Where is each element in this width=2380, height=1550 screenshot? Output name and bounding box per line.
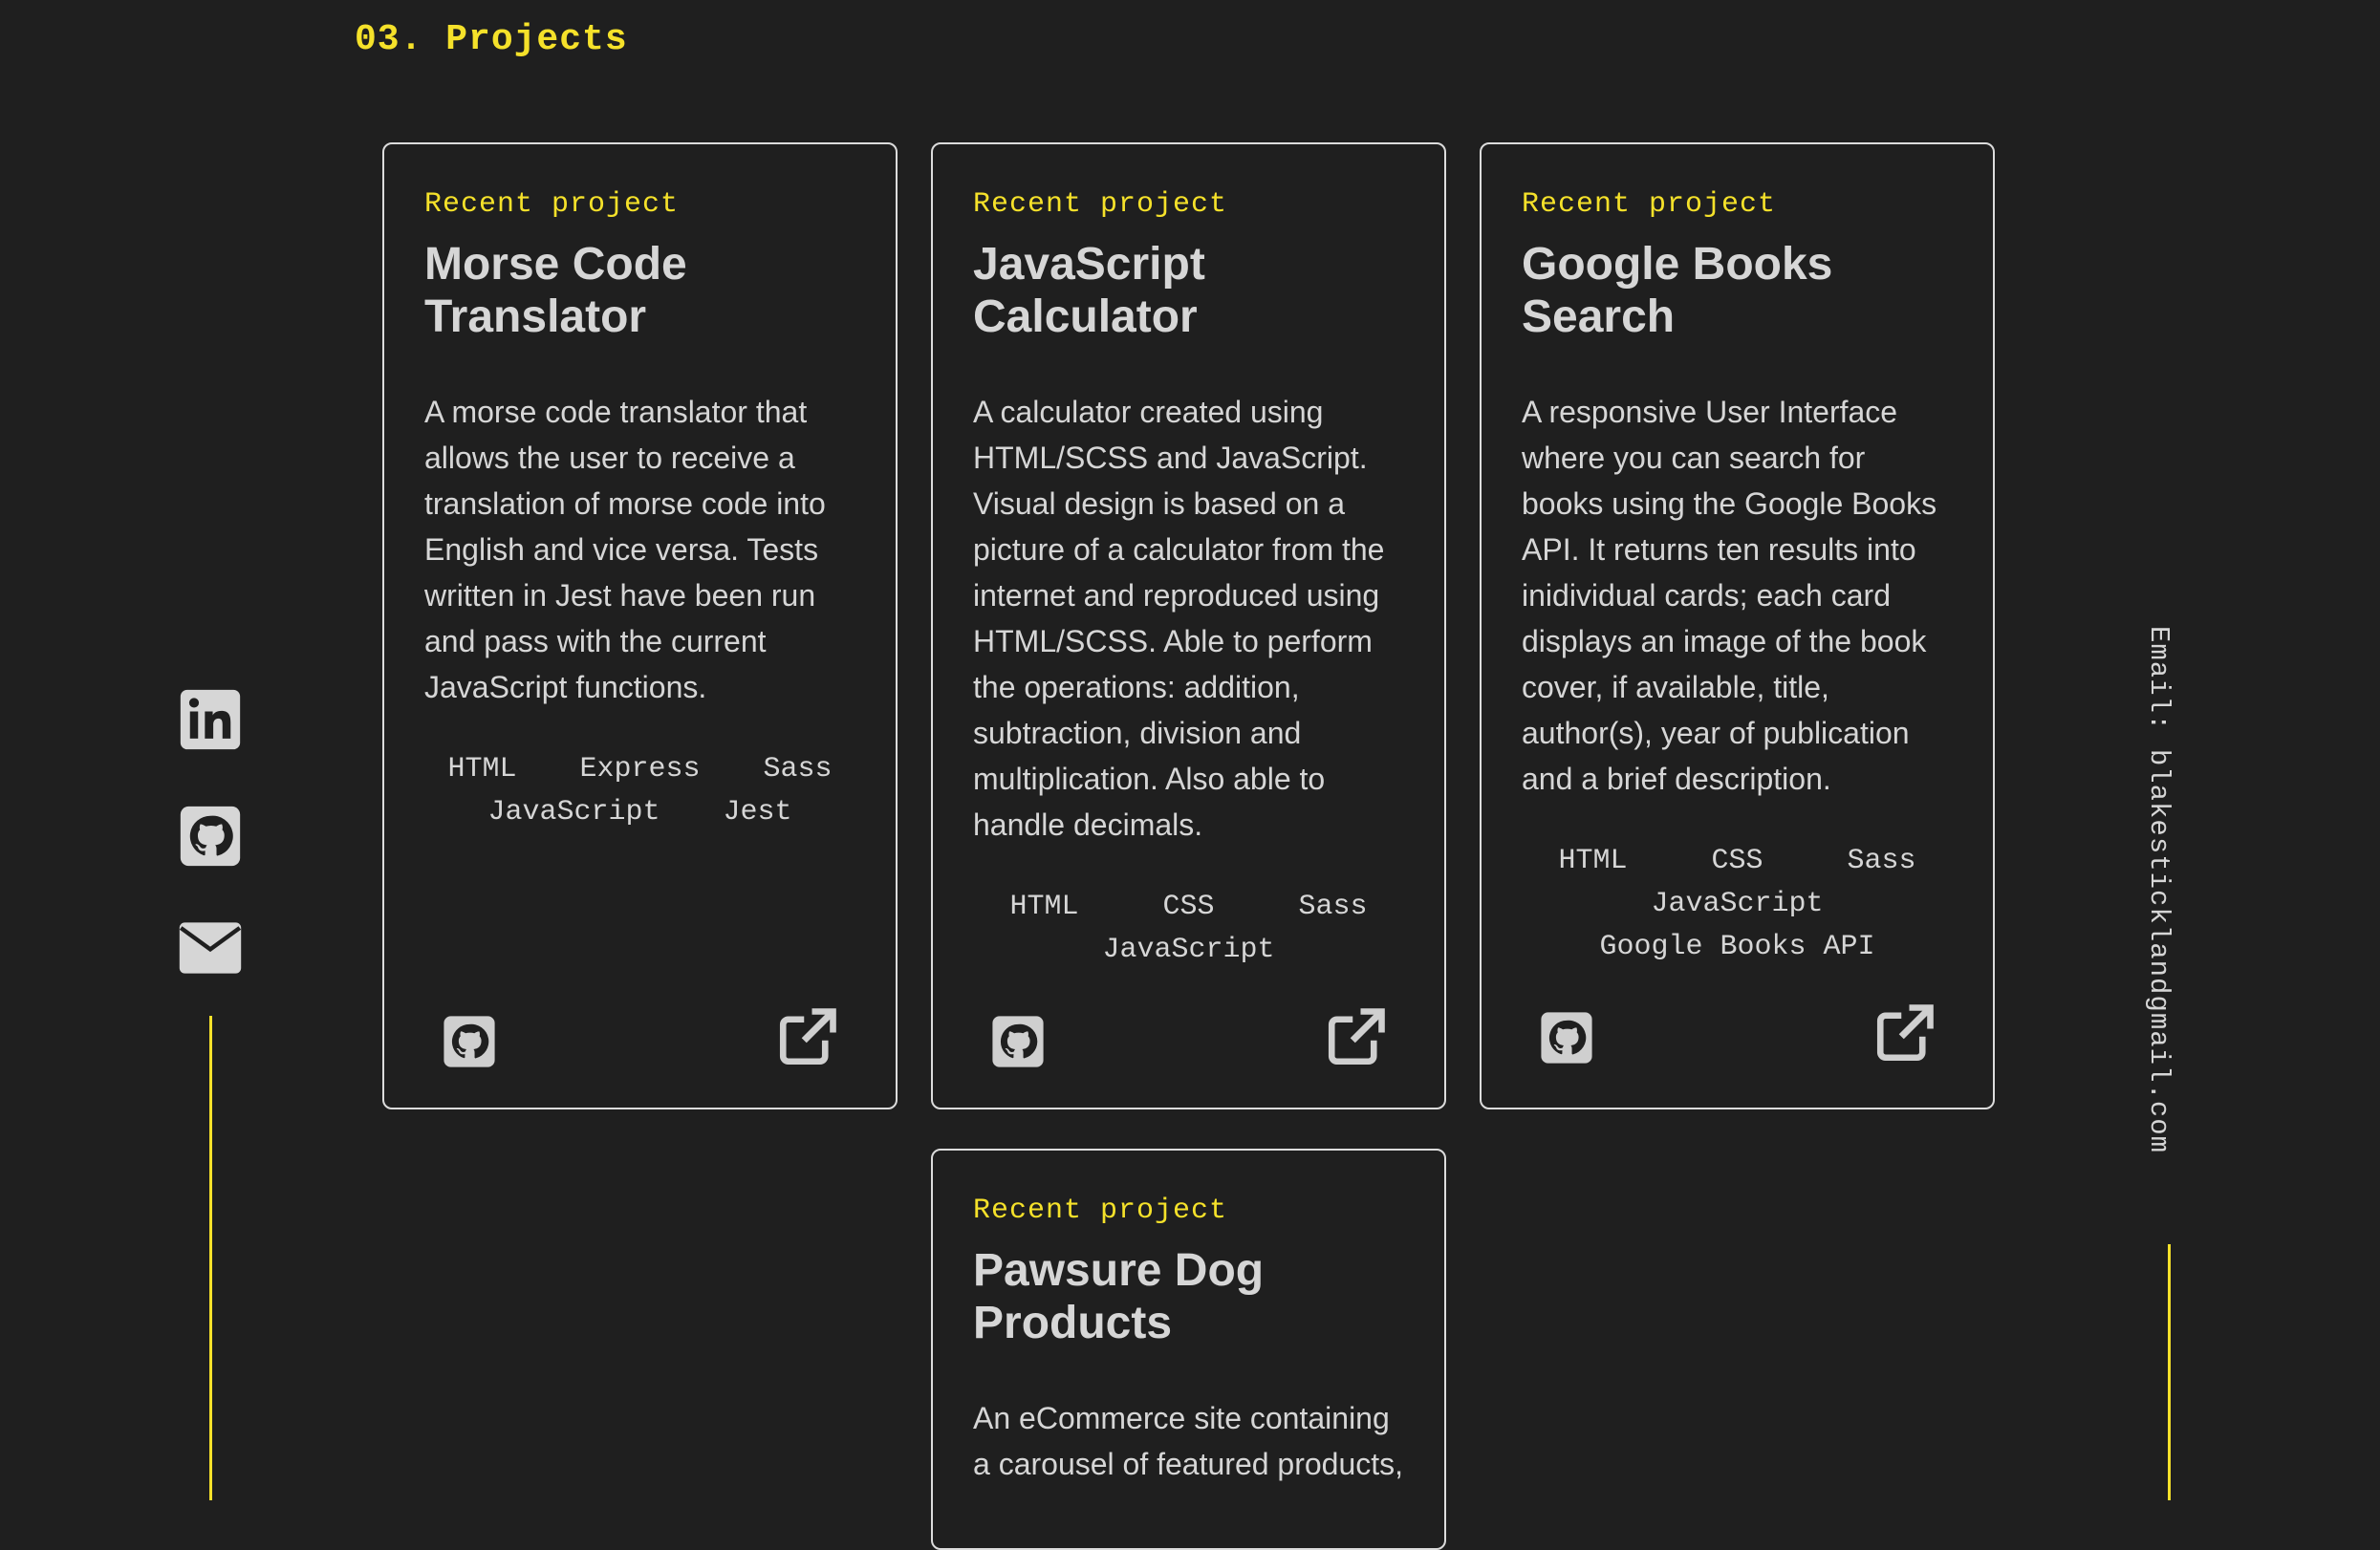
- card-title: Pawsure Dog Products: [973, 1245, 1265, 1348]
- external-link-icon[interactable]: [1872, 1002, 1936, 1066]
- card-title: JavaScript Calculator: [973, 239, 1205, 342]
- card-title: Morse Code Translator: [424, 239, 687, 342]
- tech-tag: Sass: [1847, 845, 1916, 877]
- mail-icon[interactable]: [178, 921, 243, 975]
- tech-tag: Express: [579, 753, 701, 786]
- tech-tag: JavaScript: [1102, 934, 1275, 966]
- tech-tag: Sass: [763, 753, 833, 786]
- tech-tag: Sass: [1298, 891, 1368, 923]
- card-description: A morse code translator that allows the …: [424, 395, 826, 704]
- tech-list: HTML CSS Sass JavaScript Google Books AP…: [1522, 840, 1953, 969]
- external-link-icon[interactable]: [775, 1006, 838, 1069]
- project-card: Recent project Google Books Search A res…: [1480, 142, 1995, 1109]
- project-card: Recent project Morse Code Translator A m…: [382, 142, 898, 1109]
- card-description: A calculator created using HTML/SCSS and…: [973, 395, 1385, 842]
- email-link[interactable]: Email: blakesticklandgmail.com: [2143, 626, 2174, 1153]
- right-decorative-line: [2168, 1244, 2171, 1500]
- github-icon[interactable]: [442, 1014, 497, 1069]
- tech-list: HTML Express Sass JavaScript Jest: [424, 748, 855, 834]
- project-card: Recent project Pawsure Dog Products An e…: [931, 1149, 1446, 1550]
- section-title: 03. Projects: [355, 19, 628, 60]
- tech-tag: HTML: [1009, 891, 1079, 923]
- tech-tag: Google Books API: [1599, 931, 1875, 963]
- linkedin-icon[interactable]: [178, 687, 243, 752]
- tech-tag: JavaScript: [1651, 888, 1824, 920]
- card-description: An eCommerce site containing a carousel …: [973, 1401, 1404, 1481]
- github-icon[interactable]: [1539, 1010, 1594, 1066]
- external-link-icon[interactable]: [1324, 1006, 1387, 1069]
- github-icon[interactable]: [178, 804, 243, 869]
- tech-tag: Jest: [723, 796, 792, 829]
- tech-list: HTML CSS Sass JavaScript: [973, 886, 1404, 972]
- card-kicker: Recent project: [1522, 188, 1777, 221]
- tech-tag: CSS: [1162, 891, 1215, 923]
- card-title: Google Books Search: [1522, 239, 1833, 342]
- card-kicker: Recent project: [973, 188, 1228, 221]
- card-kicker: Recent project: [424, 188, 680, 221]
- github-icon[interactable]: [990, 1014, 1046, 1069]
- tech-tag: CSS: [1711, 845, 1763, 877]
- tech-tag: HTML: [1558, 845, 1628, 877]
- tech-tag: JavaScript: [487, 796, 660, 829]
- left-decorative-line: [209, 1016, 212, 1500]
- card-kicker: Recent project: [973, 1195, 1228, 1227]
- tech-tag: HTML: [447, 753, 517, 786]
- project-card: Recent project JavaScript Calculator A c…: [931, 142, 1446, 1109]
- card-description: A responsive User Interface where you ca…: [1522, 395, 1937, 796]
